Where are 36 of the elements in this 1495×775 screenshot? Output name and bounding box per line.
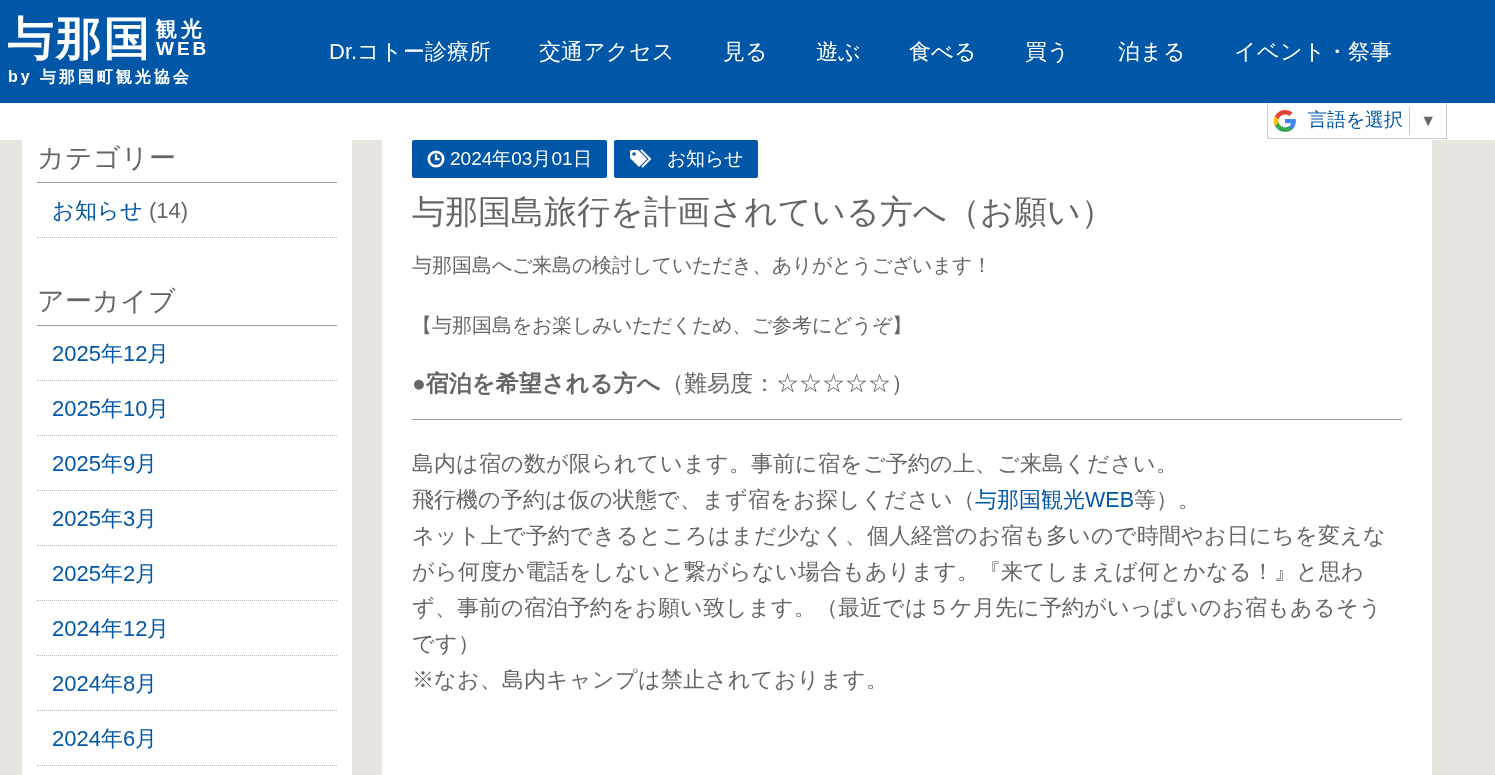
site-link[interactable]: 与那国観光WEB bbox=[975, 487, 1134, 512]
date-badge: 2024年03月01日 bbox=[412, 140, 607, 178]
nav-link[interactable]: Dr.コトー診療所 bbox=[305, 35, 516, 68]
post-count: (14) bbox=[149, 196, 189, 225]
category-tag[interactable]: お知らせ bbox=[613, 140, 758, 178]
sidebar-link[interactable]: 2024年8月 bbox=[52, 666, 158, 700]
section-heading: ●宿泊を希望される方へ（難易度：☆☆☆☆☆） bbox=[412, 366, 1402, 420]
note-text: 【与那国島をお楽しみいただくため、ご参考にどうぞ】 bbox=[412, 313, 913, 338]
sidebar-link[interactable]: 2024年12月 bbox=[52, 611, 170, 645]
sidebar-link[interactable]: 2025年10月 bbox=[52, 391, 170, 425]
nav-link[interactable]: 食べる bbox=[885, 35, 1002, 68]
nav-link[interactable]: 買う bbox=[1001, 35, 1095, 68]
nav-link[interactable]: イベント・祭事 bbox=[1210, 35, 1417, 68]
body-text: ※なお、島内キャンプは禁止されております。 bbox=[412, 666, 889, 694]
sidebar-link[interactable]: 2025年12月 bbox=[52, 336, 170, 370]
caret-icon: ▼ bbox=[1410, 108, 1446, 133]
body-text: 島内は宿の数が限られています。事前に宿をご予約の上、ご来島ください。 bbox=[412, 450, 1179, 478]
article-title: 与那国島旅行を計画されている方へ（お願い） bbox=[412, 192, 1115, 232]
nav-link[interactable]: 遊ぶ bbox=[792, 35, 886, 68]
sidebar-heading: アーカイブ bbox=[37, 283, 337, 326]
nav-link[interactable]: 見る bbox=[699, 35, 793, 68]
sidebar-heading: カテゴリー bbox=[37, 140, 337, 183]
sidebar-link[interactable]: 2025年9月 bbox=[52, 446, 158, 480]
sidebar-link[interactable]: 2024年6月 bbox=[52, 721, 158, 755]
sidebar-link[interactable]: 2025年2月 bbox=[52, 556, 158, 590]
sidebar-link[interactable]: お知らせ bbox=[52, 193, 143, 227]
nav-link[interactable]: 泊まる bbox=[1094, 35, 1211, 68]
language-select[interactable]: 言語を選択 ▼ bbox=[1267, 103, 1447, 139]
nav-link[interactable]: 交通アクセス bbox=[515, 35, 700, 68]
body-text: ネット上で予約できるところはまだ少なく、個人経営のお宿も多いので時間やお日にちを変えながら何度か電話をしないと繋がらない場合もあります。『来てしまえば何とかなる！』と思わず、事前の宿泊予約をお願い致します。（最近では５ケ月先に予約がいっぱいのお宿もあるそうです） bbox=[412, 522, 1387, 658]
intro-text: 与那国島へご来島の検討していただき、ありがとうございます！ bbox=[412, 253, 993, 278]
sidebar-link[interactable]: 2025年3月 bbox=[52, 501, 158, 535]
google-logo-icon bbox=[1272, 107, 1299, 134]
body-text: 飛行機の予約は仮の状態で、まず宿をお探しください（与那国観光WEB等）。 bbox=[412, 486, 1201, 514]
clock-icon bbox=[427, 150, 445, 168]
language-select-label: 言語を選択 bbox=[1308, 106, 1411, 135]
